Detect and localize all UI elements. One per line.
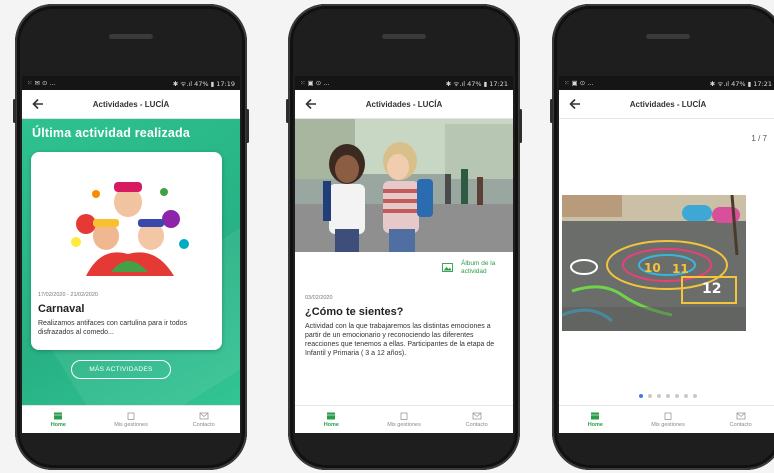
activity-title: ¿Cómo te sientes? [305,306,404,318]
screen-activity-gallery: ⁙ ▣ ⊙ ... ✱ ᯤ.ıl 47% ▮ 17:21 Actividades… [559,76,774,433]
activity-description: Realizamos antifaces con cartulina para … [38,320,188,337]
nav-label: Mis gestiones [651,421,685,428]
nav-label: Contacto [465,421,488,428]
screen-activity-detail: ⁙ ▣ ⊙ ... ✱ ᯤ.ıl 47% ▮ 17:21 Actividades… [295,76,513,433]
playground-photo[interactable]: 10 11 12 [562,195,746,331]
nav-label: Contacto [729,421,752,428]
home-icon [591,412,600,419]
album-link[interactable]: Álbum de la actividad [442,260,505,276]
pager-dot[interactable] [639,394,643,398]
phone-2: ⁙ ▣ ⊙ ... ✱ ᯤ.ıl 47% ▮ 17:21 Actividades… [286,4,522,470]
home-icon [327,412,336,419]
pager-dot[interactable] [684,394,688,398]
page-title: Actividades - LUCÍA [365,99,443,109]
phone-1: ⁙ ✉ ⊙ ... ✱ ᯤ.ıl 47% ▮ 17:19 Actividades… [13,4,249,470]
phone-side-button [550,99,553,123]
nav-home[interactable]: Home [295,406,368,433]
phone-side-button [519,109,522,143]
phone-3: ⁙ ▣ ⊙ ... ✱ ᯤ.ıl 47% ▮ 17:21 Actividades… [550,4,774,470]
pager-dot[interactable] [666,394,670,398]
nav-contacto[interactable]: Contacto [167,406,240,433]
status-left: ⁙ ▣ ⊙ ... [300,79,330,87]
status-bar: ⁙ ✉ ⊙ ... ✱ ᯤ.ıl 47% ▮ 17:19 [22,76,240,90]
page-title: Actividades - LUCÍA [629,99,707,109]
screen-latest-activity: ⁙ ✉ ⊙ ... ✱ ᯤ.ıl 47% ▮ 17:19 Actividades… [22,76,240,433]
status-right: ✱ ᯤ.ıl 47% ▮ 17:19 [172,79,235,88]
nav-contacto[interactable]: Contacto [440,406,513,433]
phone-side-button [13,99,16,123]
nav-label: Mis gestiones [387,421,421,428]
latest-activity-panel: Última actividad realizada 17/02/2020 - … [22,119,240,405]
mail-icon [472,412,482,419]
pager-dot[interactable] [675,394,679,398]
status-right: ✱ ᯤ.ıl 47% ▮ 17:21 [445,79,508,88]
nav-label: Mis gestiones [114,421,148,428]
status-bar: ⁙ ▣ ⊙ ... ✱ ᯤ.ıl 47% ▮ 17:21 [295,76,513,90]
nav-label: Home [323,421,339,428]
phone-speaker [109,34,153,39]
nav-gestiones[interactable]: Mis gestiones [632,406,705,433]
app-bar: Actividades - LUCÍA [22,90,240,119]
school-kids-photo [295,119,513,252]
activity-card[interactable]: 17/02/2020 - 21/02/2020 Carnaval Realiza… [31,152,222,350]
activity-date: 03/02/2020 [305,295,333,301]
svg-text:11: 11 [672,262,689,276]
page-title: Actividades - LUCÍA [92,99,170,109]
status-bar: ⁙ ▣ ⊙ ... ✱ ᯤ.ıl 47% ▮ 17:21 [559,76,774,90]
album-label: Álbum de la actividad [461,260,496,276]
phone-side-button [286,99,289,123]
nav-contacto[interactable]: Contacto [704,406,774,433]
activity-date: 17/02/2020 - 21/02/2020 [38,292,98,298]
activity-title: Carnaval [38,303,85,315]
nav-label: Contacto [192,421,215,428]
bottom-nav: Home Mis gestiones Contacto [295,405,513,433]
svg-text:12: 12 [702,281,721,297]
gallery-page-counter: 1 / 7 [751,134,767,143]
status-left: ⁙ ✉ ⊙ ... [27,79,56,87]
bottom-nav: Home Mis gestiones Contacto [559,405,774,433]
app-bar: Actividades - LUCÍA [559,90,774,119]
mail-icon [736,412,746,419]
bottom-nav: Home Mis gestiones Contacto [22,405,240,433]
svg-text:10: 10 [644,261,661,275]
nav-gestiones[interactable]: Mis gestiones [95,406,168,433]
carnival-kids-photo [56,164,201,276]
folder-icon [400,412,408,420]
nav-label: Home [50,421,66,428]
app-bar: Actividades - LUCÍA [295,90,513,119]
home-icon [54,412,63,419]
pager-dot[interactable] [648,394,652,398]
pager-dot[interactable] [657,394,661,398]
gallery-pager[interactable] [559,394,774,398]
folder-icon [127,412,135,420]
pager-dot[interactable] [693,394,697,398]
nav-home[interactable]: Home [22,406,95,433]
nav-label: Home [587,421,603,428]
activity-description: Actividad con la que trabajaremos las di… [305,323,495,358]
section-title: Última actividad realizada [32,126,191,140]
photo-album-icon [442,263,453,272]
status-left: ⁙ ▣ ⊙ ... [564,79,594,87]
phone-side-button [246,109,249,143]
folder-icon [664,412,672,420]
status-right: ✱ ᯤ.ıl 47% ▮ 17:21 [709,79,772,88]
phone-speaker [382,34,426,39]
nav-gestiones[interactable]: Mis gestiones [368,406,441,433]
mail-icon [199,412,209,419]
more-activities-button[interactable]: MÁS ACTIVIDADES [71,360,171,379]
nav-home[interactable]: Home [559,406,632,433]
phone-speaker [646,34,690,39]
